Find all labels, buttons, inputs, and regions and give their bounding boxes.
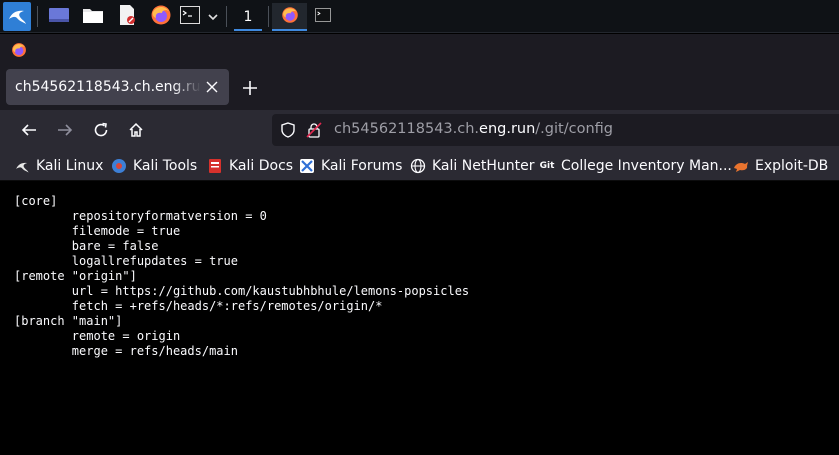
workspace-number: 1 [243,8,253,25]
firefox-launcher-button[interactable] [147,3,175,30]
terminal-launcher-button[interactable] [179,3,201,30]
new-tab-button[interactable] [240,78,260,98]
launcher-dropdown-button[interactable] [205,3,221,30]
navigation-toolbar: ch54562118543.ch.eng.run/.git/config [0,110,839,150]
chevron-down-icon [207,7,219,26]
arrow-right-icon [58,124,73,136]
bookmark-kali-linux[interactable]: Kali Linux [14,155,103,176]
kali-dragon-icon [6,4,28,30]
close-icon [206,81,218,93]
text-editor-icon [117,4,137,30]
url-text[interactable]: ch54562118543.ch.eng.run/.git/config [334,121,613,137]
url-path: /.git/config [535,121,613,137]
bookmark-exploit-db[interactable]: Exploit-DB [733,155,828,176]
page-content: [core] repositoryformatversion = 0 filem… [0,181,839,455]
tab-title: ch54562118543.ch.eng.run/.git/config [15,79,201,95]
terminal-window-button[interactable] [312,3,334,30]
tab-strip: ch54562118543.ch.eng.run/.git/config [0,65,839,110]
bookmark-label: Exploit-DB [755,157,829,174]
globe-icon [410,158,426,174]
tracking-protection-shield-icon[interactable] [280,122,296,142]
bookmark-label: Kali Forums [321,157,403,174]
forward-button[interactable] [51,116,79,144]
taskbar-separator [226,6,227,27]
url-domain: eng.run [479,121,536,137]
bookmark-kali-docs[interactable]: Kali Docs [207,155,293,176]
workspace-active-indicator [234,29,262,31]
plus-icon [243,81,257,95]
reload-icon [94,122,108,137]
home-icon [129,122,143,137]
browser-tab-active[interactable]: ch54562118543.ch.eng.run/.git/config [6,69,229,105]
firefox-icon [281,6,299,28]
bookmark-kali-nethunter[interactable]: Kali NetHunter [410,155,534,176]
desktop-icon [48,6,70,28]
bookmark-label: Kali Tools [133,157,198,174]
firefox-window-button[interactable] [272,3,307,31]
terminal-icon [315,7,331,26]
kali-forums-icon [299,158,315,174]
insecure-lock-icon[interactable] [306,122,322,142]
exploit-db-icon [733,158,749,174]
show-desktop-button[interactable] [45,3,73,30]
arrow-left-icon [21,124,36,136]
git-icon: Git [539,160,555,171]
kali-menu-button[interactable] [3,2,31,31]
file-manager-button[interactable] [79,3,107,30]
reload-button[interactable] [87,116,115,144]
firefox-icon [11,42,27,62]
window-active-indicator [272,29,307,31]
firefox-icon [150,4,172,30]
browser-title-bar [0,34,839,65]
taskbar-separator [268,6,269,27]
file-manager-icon [82,6,104,28]
terminal-icon [180,5,200,28]
bookmarks-toolbar: Kali Linux Kali Tools Kali Docs Kali For… [0,150,839,181]
text-editor-button[interactable] [113,3,141,30]
address-bar[interactable]: ch54562118543.ch.eng.run/.git/config [272,114,839,146]
close-tab-button[interactable] [203,78,221,96]
url-prefix: ch54562118543.ch. [334,121,480,137]
taskbar-separator [37,6,38,27]
kali-docs-icon [207,158,223,174]
workspace-switcher[interactable]: 1 [232,3,264,31]
bookmark-kali-tools[interactable]: Kali Tools [111,155,197,176]
home-button[interactable] [122,116,150,144]
bookmark-label: Kali Linux [36,157,104,174]
bookmark-kali-forums[interactable]: Kali Forums [299,155,402,176]
back-button[interactable] [15,116,43,144]
git-config-text: [core] repositoryformatversion = 0 filem… [14,194,470,358]
kali-dragon-icon [14,158,30,174]
bookmark-label: Kali Docs [229,157,294,174]
bookmark-college-inventory[interactable]: Git College Inventory Man... [539,155,732,176]
kali-tools-icon [111,158,127,174]
system-taskbar: 1 [0,0,839,33]
bookmark-label: Kali NetHunter [432,157,535,174]
bookmark-label: College Inventory Man... [561,157,732,174]
